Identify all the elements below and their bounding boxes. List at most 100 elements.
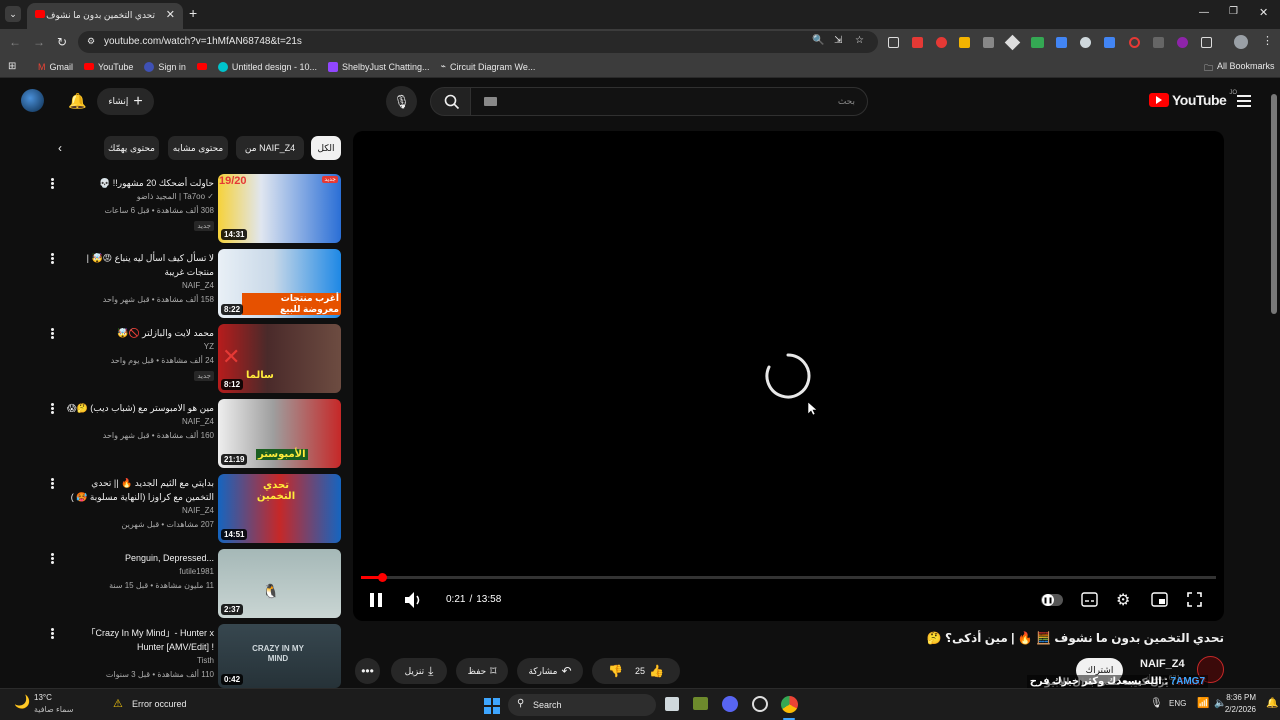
extensions-puzzle-icon[interactable] [1201, 37, 1212, 48]
keyboard-icon[interactable] [484, 97, 497, 106]
like-icon[interactable]: 👍 [649, 664, 664, 678]
share-button[interactable]: مشاركة ↶ [517, 658, 583, 684]
extension-icon[interactable] [936, 37, 947, 48]
progress-scrubber-handle[interactable] [378, 573, 388, 582]
bookmark-canva[interactable]: Untitled design - 10... [217, 61, 317, 72]
chrome-menu-icon[interactable]: ⋮ [1262, 34, 1273, 47]
fullscreen-icon[interactable] [1187, 592, 1202, 607]
app-icon[interactable] [693, 697, 708, 710]
more-options-icon[interactable] [48, 252, 56, 266]
video-title[interactable]: بدايتي مع الثيم الجديد 🔥 || تحدي التخمين… [64, 476, 214, 504]
search-input[interactable]: بحث [470, 87, 868, 116]
extension-icon[interactable] [1153, 37, 1164, 48]
profile-avatar-icon[interactable] [1234, 35, 1248, 49]
chip-recommended[interactable]: محتوى يهمّك [104, 136, 159, 160]
list-item[interactable]: 19/20 جديد 14:31 حاولت أضحكك 20 مشهور!! … [44, 174, 344, 244]
video-title[interactable]: 「Crazy In My Mind」- Hunter x Hunter [AMV… [64, 626, 214, 654]
video-thumbnail[interactable]: أغرب منتجات معروضة للبيع 8:22 [218, 249, 341, 318]
bookmark-youtube[interactable]: YouTube [84, 61, 133, 72]
new-tab-icon[interactable]: + [189, 5, 197, 21]
pause-icon[interactable] [369, 592, 383, 608]
task-view-icon[interactable] [665, 697, 679, 711]
miniplayer-icon[interactable] [1151, 592, 1168, 607]
save-button[interactable]: حفظ ⌑ [456, 658, 508, 684]
bookmark-star-icon[interactable]: ☆ [855, 35, 864, 46]
discord-icon[interactable] [722, 696, 738, 712]
video-channel[interactable]: NAIF_Z4 [182, 506, 214, 515]
notification-text[interactable]: Error occured [132, 699, 187, 709]
video-channel[interactable]: NAIF_Z4 [182, 417, 214, 426]
video-channel[interactable]: Tisth [197, 656, 214, 665]
video-title[interactable]: محمد لايت والبازلتر 🚫🤯 [64, 326, 214, 340]
video-title[interactable]: حاولت أضحكك 20 مشهور!! 💀 [64, 176, 214, 190]
extension-icon[interactable] [1056, 37, 1067, 48]
extension-icon[interactable] [912, 37, 923, 48]
apps-grid-icon[interactable]: ⊞ [8, 61, 16, 72]
more-options-icon[interactable] [48, 327, 56, 341]
list-item[interactable]: سالما ✕ 8:12 محمد لايت والبازلتر 🚫🤯 YZ 2… [44, 324, 344, 394]
video-thumbnail[interactable]: الأمبوستر 21:19 [218, 399, 341, 468]
tab-close-icon[interactable]: ✕ [166, 8, 175, 21]
video-channel[interactable]: YZ [204, 342, 214, 351]
progress-bar[interactable] [361, 573, 1216, 582]
more-options-icon[interactable] [48, 477, 56, 491]
video-title[interactable]: Penguin, Depressed... [64, 551, 214, 565]
more-actions-button[interactable]: ••• [355, 658, 380, 684]
list-item[interactable]: CRAZY IN MY MIND 0:42 「Crazy In My Mind」… [44, 624, 344, 688]
bookmark-twitch[interactable]: ShelbyJust Chatting... [327, 61, 430, 72]
youtube-logo[interactable]: YouTube JO [1149, 90, 1237, 108]
extension-icon[interactable] [1129, 37, 1140, 48]
video-thumbnail[interactable]: CRAZY IN MY MIND 0:42 [218, 624, 341, 688]
download-button[interactable]: تنزيل ⤓ [391, 658, 447, 684]
video-player[interactable] [353, 131, 1224, 621]
more-options-icon[interactable] [48, 552, 56, 566]
install-app-icon[interactable]: ⇲ [834, 35, 842, 46]
search-button[interactable] [430, 87, 472, 116]
extension-icon[interactable] [888, 37, 899, 48]
address-bar[interactable]: ⚙ youtube.com/watch?v=1hMfAN68748&t=21s … [78, 31, 878, 53]
more-options-icon[interactable] [48, 177, 56, 191]
list-item[interactable]: أغرب منتجات معروضة للبيع 8:22 لا تسأل كي… [44, 249, 344, 319]
chip-related[interactable]: محتوى مشابه [168, 136, 228, 160]
account-avatar[interactable] [21, 89, 44, 112]
channel-name[interactable]: NAIF_Z4 [1140, 658, 1185, 670]
video-title[interactable]: لا تسأل كيف اسأل ليه ينباع 😡🤯 | منتجات غ… [64, 251, 214, 279]
clock-time[interactable]: 8:36 PM [1226, 693, 1256, 702]
tab-search-dropdown-icon[interactable]: ⌄ [5, 6, 21, 22]
translate-extension-icon[interactable] [1104, 37, 1115, 48]
language-indicator[interactable]: ENG [1169, 699, 1186, 708]
extension-icon[interactable] [1080, 37, 1091, 48]
autoplay-toggle[interactable]: ❚❚ [1041, 594, 1063, 606]
notifications-icon[interactable]: 🔔 [1266, 698, 1278, 709]
app-icon[interactable] [752, 696, 768, 712]
notifications-bell-icon[interactable]: 🔔 [68, 92, 87, 110]
video-title[interactable]: مين هو الامبوستر مع (شباب ديب) 🤔😱 [64, 401, 214, 415]
volume-icon[interactable] [404, 591, 424, 609]
page-scrollbar[interactable] [1271, 94, 1277, 314]
reload-icon[interactable]: ↻ [57, 35, 67, 49]
video-channel[interactable]: NAIF_Z4 [182, 281, 214, 290]
minimize-icon[interactable]: — [1199, 7, 1209, 18]
create-button[interactable]: إنشاء + [97, 88, 154, 115]
window-close-icon[interactable]: ✕ [1259, 6, 1268, 19]
bookmark-sign-in[interactable]: Sign in [144, 61, 186, 72]
extension-icon[interactable] [1177, 37, 1188, 48]
voice-search-icon[interactable]: 🎙 [386, 86, 417, 117]
list-item[interactable]: تحدي التخمين 14:51 بدايتي مع الثيم الجدي… [44, 474, 344, 544]
clock-date[interactable]: 2/2/2026 [1225, 705, 1256, 714]
taskbar-search-box[interactable]: ⚲ Search [508, 694, 656, 716]
extension-icon[interactable] [1004, 34, 1021, 51]
video-thumbnail[interactable]: تحدي التخمين 14:51 [218, 474, 341, 543]
chips-scroll-left-icon[interactable]: ‹ [58, 141, 62, 155]
site-info-icon[interactable]: ⚙ [87, 36, 95, 47]
chip-from-channel[interactable]: من NAIF_Z4 [236, 136, 304, 160]
microphone-tray-icon[interactable]: 🎙 [1150, 698, 1163, 709]
extension-icon[interactable] [959, 37, 970, 48]
bookmark-circuit[interactable]: ⌁ Circuit Diagram We... [441, 61, 536, 72]
list-item[interactable]: الأمبوستر 21:19 مين هو الامبوستر مع (شبا… [44, 399, 344, 469]
dislike-icon[interactable]: 👎 [608, 664, 623, 678]
maximize-icon[interactable]: ❐ [1229, 6, 1238, 17]
subtitles-icon[interactable] [1081, 592, 1098, 607]
extension-icon[interactable] [1031, 37, 1044, 48]
menu-hamburger-icon[interactable] [1237, 95, 1251, 107]
